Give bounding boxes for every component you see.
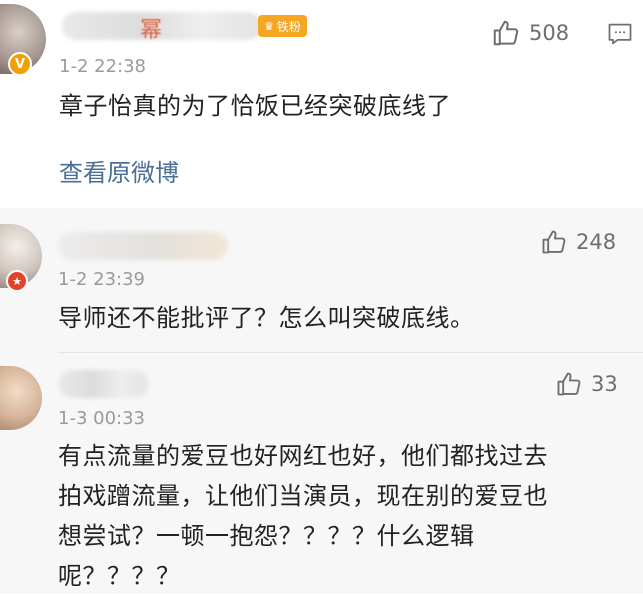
reply-text-line: 想尝试？一顿一抱怨？？？？什么逻辑	[58, 522, 475, 550]
replies-section: ★ 1-2 23:39 导师还不能批评了？怎么叫突破底线。 248 1-3 00…	[0, 208, 643, 594]
main-comment: V 幂 ♛ 铁粉 1-2 22:38 章子怡真的为了恰饭已经突破底线了 查看原微…	[0, 0, 643, 208]
username[interactable]	[58, 232, 228, 260]
comment-time: 1-2 22:38	[59, 56, 146, 77]
fan-badge-label: 铁粉	[276, 19, 301, 34]
member-icon: ★	[6, 270, 28, 292]
thumbs-up-icon	[557, 372, 581, 396]
divider	[58, 352, 643, 353]
reply-text-line: 呢？？？？	[58, 562, 181, 590]
like-count: 33	[591, 372, 618, 396]
reply-time: 1-2 23:39	[58, 269, 145, 290]
reply-time: 1-3 00:33	[58, 408, 145, 429]
reply-text-line: 拍戏蹭流量，让他们当演员，现在别的爱豆也	[58, 482, 548, 510]
avatar[interactable]	[0, 366, 42, 430]
comment-text: 章子怡真的为了恰饭已经突破底线了	[59, 92, 451, 120]
reply-text: 有点流量的爱豆也好网红也好，他们都找过去 拍戏蹭流量，让他们当演员，现在别的爱豆…	[58, 436, 548, 596]
username-fragment: 幂	[140, 18, 163, 43]
like-button[interactable]: 248	[540, 228, 616, 256]
reply-text-line: 有点流量的爱豆也好网红也好，他们都找过去	[58, 442, 548, 470]
thumbs-up-icon	[542, 230, 566, 254]
verified-icon: V	[8, 52, 32, 76]
comment-icon[interactable]	[606, 20, 634, 48]
reply-text: 导师还不能批评了？怎么叫突破底线。	[58, 304, 475, 332]
like-button[interactable]: 508	[491, 18, 569, 48]
username[interactable]	[58, 370, 148, 398]
like-count: 508	[529, 21, 570, 45]
fan-badge: ♛ 铁粉	[258, 15, 307, 37]
thumbs-up-icon	[493, 20, 519, 46]
view-original-link[interactable]: 查看原微博	[59, 153, 179, 188]
like-button[interactable]: 33	[555, 370, 618, 398]
like-count: 248	[576, 230, 617, 254]
fan-badge-icon: ♛	[264, 19, 274, 33]
